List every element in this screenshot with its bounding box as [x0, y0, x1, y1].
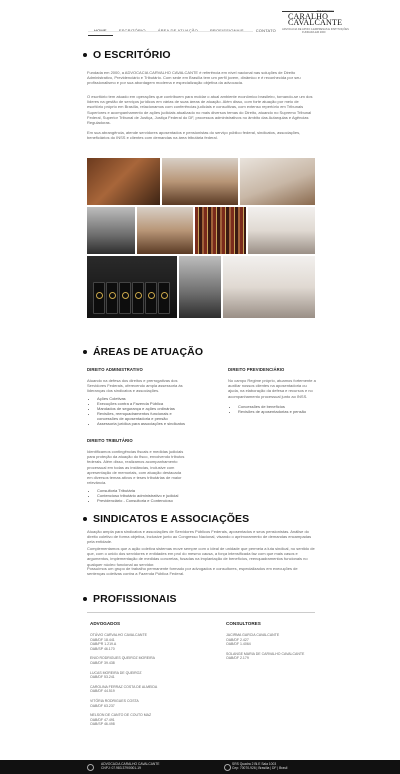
direito-tributario-list: Consultoria Tributária Contencioso tribu… — [87, 488, 197, 503]
list-item: Revisões, reenquadramentos funcionais e … — [97, 411, 191, 421]
footer-address: SRS Quadra 2 Bl.E Sala 1003 Cep: 70070-9… — [232, 762, 287, 770]
sindicatos-paragraph-1: Atuação ampla para sindicatos e associaç… — [87, 529, 312, 545]
prof-oab: OAB/DF 39.438 — [90, 660, 115, 665]
section-areas-heading: ÁREAS DE ATUAÇÃO — [83, 346, 203, 358]
profissional-entry: VITÓRIA RODRIGUES COSTA OAB/DF 63.237 — [90, 699, 157, 708]
prof-oab: OAB/DF 2.179 — [226, 656, 249, 661]
book-spine — [145, 282, 157, 314]
direito-tributario-intro: Identificamos contingências fiscais e me… — [87, 449, 185, 486]
profissionais-divider — [87, 612, 315, 613]
section-title: SINDICATOS E ASSOCIAÇÕES — [93, 513, 250, 525]
photo-office-3[interactable] — [240, 158, 315, 205]
escritorio-paragraph-1: Fundada em 2000, a ADVOCACIA CARVALHO CA… — [87, 70, 301, 86]
profissional-entry: NELSON DE CANTO DE COUTO MAZ OAB/DF 47.4… — [90, 713, 157, 727]
photo-library[interactable] — [195, 207, 246, 254]
sindicatos-paragraph-3: Possuímos um grupo de trabalho permanent… — [87, 566, 298, 577]
profissional-entry: ENIO RODRIGUES QUEIROZ MOREIRA OAB/DF 39… — [90, 656, 157, 665]
book-spine — [93, 282, 105, 314]
footer: ADVOCACIA CARALHO CAVALCANTE CNPJ: 07.98… — [0, 760, 400, 774]
section-title: ÁREAS DE ATUAÇÃO — [93, 346, 204, 358]
prof-oab: OAB/DF 63.237 — [90, 703, 115, 708]
photo-office-1[interactable] — [87, 158, 160, 205]
list-item: Assessoria jurídica para associações e s… — [97, 421, 191, 426]
office-photo-gallery — [87, 158, 315, 318]
direito-previdenciario-heading: DIREITO PREVIDENCIÁRIO — [228, 367, 285, 372]
photo-office-7[interactable] — [223, 256, 315, 318]
section-sindicatos-heading: SINDICATOS E ASSOCIAÇÕES — [83, 513, 249, 525]
photo-office-2[interactable] — [162, 158, 238, 205]
list-item: Revisões de aposentadorias e pensão — [238, 409, 318, 414]
prof-oab: OAB/DF 44.519 — [90, 689, 115, 694]
bullet-icon — [83, 517, 87, 521]
escritorio-paragraph-2: O escritório tem atuado em operações que… — [87, 94, 313, 126]
photo-office-6[interactable] — [179, 256, 221, 318]
nav-contato[interactable]: CONTATO — [250, 27, 282, 36]
prof-oab: OAB/SP 46.170 — [90, 646, 115, 651]
book-spine — [106, 282, 118, 314]
book-spine — [119, 282, 131, 314]
logo-founded: FUNDADA EM 2000 — [302, 31, 326, 34]
direito-previdenciario-intro: No campo Regime próprio, atuamos forteme… — [228, 378, 316, 399]
book-spine — [158, 282, 170, 314]
section-escritorio-heading: O ESCRITÓRIO — [83, 49, 171, 61]
prof-oab: OAB/DF 1.4064 — [226, 642, 251, 647]
direito-administrativo-intro: Atuando na defesa dos direitos e prerrog… — [87, 378, 183, 394]
nav-divider — [88, 31, 253, 32]
photo-office-5[interactable] — [137, 207, 193, 254]
profissional-entry: LUCAS MOREIRA DE QUEIROZ OAB/DF 53.241 — [90, 671, 157, 680]
direito-tributario-heading: DIREITO TRIBUTÁRIO — [87, 438, 133, 443]
photo-office-4[interactable] — [87, 207, 135, 254]
escritorio-paragraph-3: Em sua abrangência, atende servidores ap… — [87, 130, 301, 141]
footer-company: ADVOCACIA CARALHO CAVALCANTE CNPJ: 07.98… — [101, 762, 160, 770]
profissional-entry: CAROLINA FERRAZ COSTA DE ALMEIDA OAB/DF … — [90, 685, 157, 694]
footer-cnpj: CNPJ: 07.983.379/0001-19 — [101, 766, 141, 770]
bullet-icon — [83, 597, 87, 601]
footer-address-line2: Cep: 70070-926 | Brasília | DF | Brasil — [232, 766, 288, 770]
footer-logo-icon — [87, 764, 94, 771]
photo-law-books[interactable] — [87, 256, 177, 318]
prof-oab: OAB/SP 46.498 — [90, 722, 115, 727]
consultores-heading: CONSULTORES — [226, 621, 261, 626]
logo[interactable]: ADVOCACIA CARALHO CAVALCANTE ADVOCACIA D… — [282, 6, 349, 34]
direito-administrativo-heading: DIREITO ADMINISTRATIVO — [87, 367, 143, 372]
advogados-column: ADVOGADOS OTÁVIO CARVALHO CAVALCANTE OAB… — [90, 621, 157, 732]
list-item: Previdenciário - Consultoria e Contencio… — [97, 498, 197, 503]
advogados-heading: ADVOGADOS — [90, 621, 121, 626]
book-spine — [132, 282, 144, 314]
logo-name-line2: CAVALCANTE — [288, 18, 343, 27]
profissional-entry: OTÁVIO CARVALHO CAVALCANTE OAB/DF 18.441… — [90, 633, 157, 651]
photo-meeting-room[interactable] — [248, 207, 315, 254]
section-title: O ESCRITÓRIO — [93, 49, 171, 61]
section-profissionais-heading: PROFISSIONAIS — [83, 593, 177, 605]
direito-administrativo-list: Ações Coletivas Execuções contra a Fazen… — [87, 396, 191, 426]
bullet-icon — [83, 53, 87, 57]
section-title: PROFISSIONAIS — [93, 593, 177, 605]
profissional-entry: SOLANGE MARIA DE CARVALHO CAVALCANTE OAB… — [226, 652, 304, 661]
profissional-entry: JACIRMA GARCIA CAVALCANTE OAB/DF 2.427 O… — [226, 633, 304, 647]
direito-previdenciario-list: Concessões de benefícios Revisões de apo… — [228, 404, 318, 414]
page: HOME ESCRITÓRIO ÁREA DE ATUAÇÃO PROFISSI… — [0, 0, 400, 774]
consultores-column: CONSULTORES JACIRMA GARCIA CAVALCANTE OA… — [226, 621, 304, 666]
sindicatos-paragraph-2: Complementamos que a ação coletiva siste… — [87, 546, 315, 567]
prof-oab: OAB/DF 53.241 — [90, 675, 115, 680]
location-icon — [224, 764, 231, 771]
bullet-icon — [83, 350, 87, 354]
